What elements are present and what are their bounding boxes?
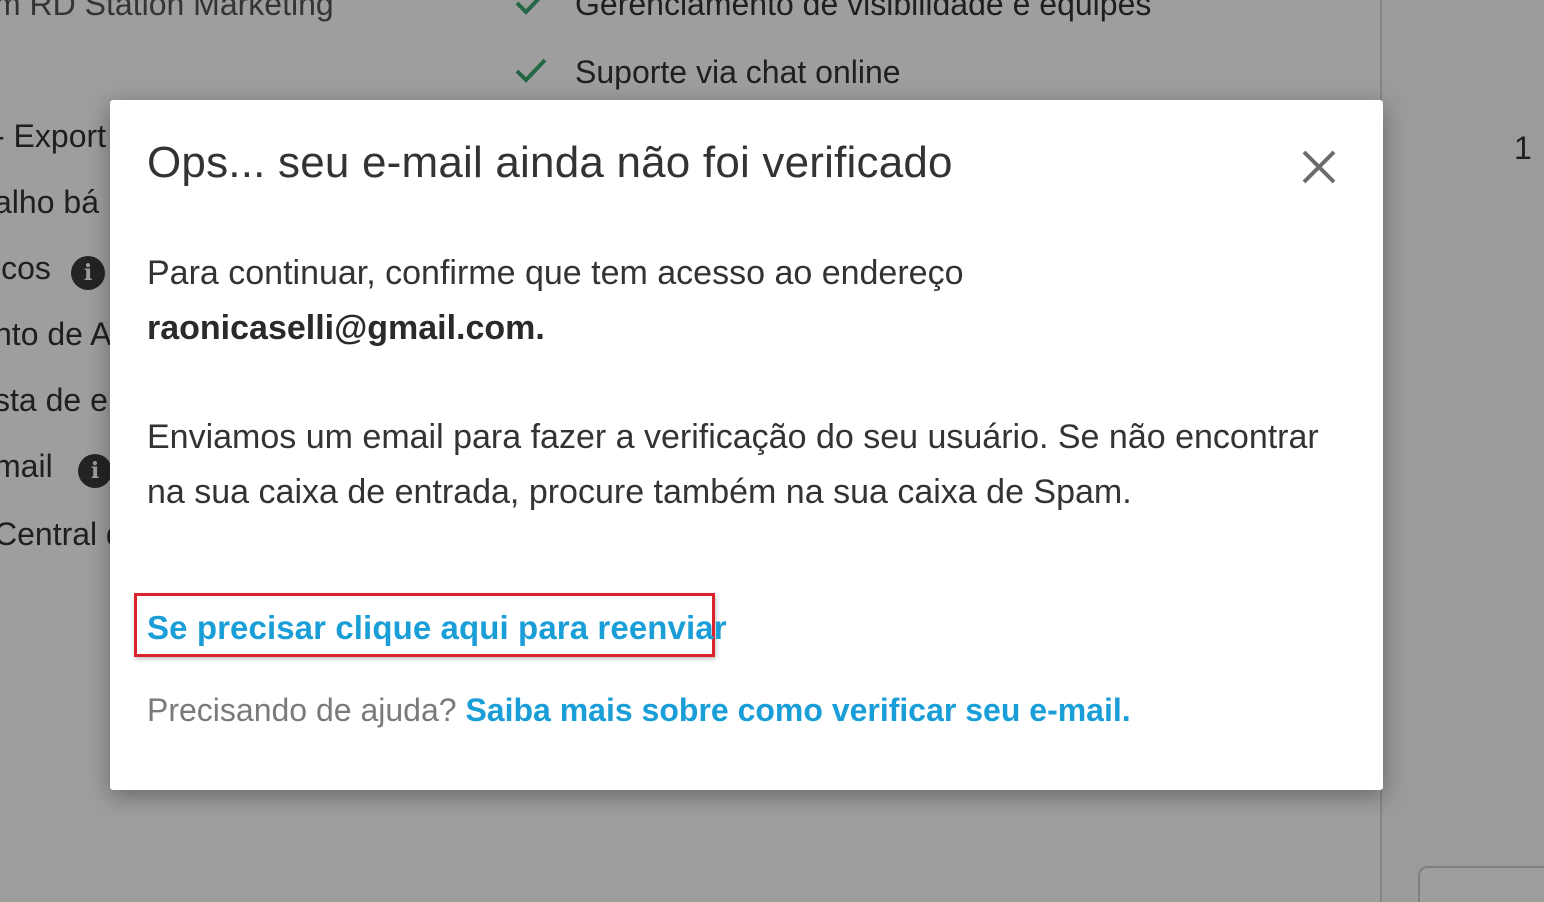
close-button[interactable] [1296, 144, 1342, 190]
help-line: Precisando de ajuda? Saiba mais sobre co… [147, 692, 1131, 729]
intro-text: Para continuar, confirme que tem acesso … [147, 254, 964, 292]
close-icon [1302, 150, 1336, 184]
intro-paragraph: Para continuar, confirme que tem acesso … [147, 246, 1327, 356]
info-paragraph: Enviamos um email para fazer a verificaç… [147, 418, 1319, 511]
page: m RD Station Marketing Gerenciamento de … [0, 0, 1544, 902]
modal-title: Ops... seu e-mail ainda não foi verifica… [147, 138, 953, 187]
email-verification-modal: Ops... seu e-mail ainda não foi verifica… [110, 100, 1383, 790]
help-prefix: Precisando de ajuda? [147, 692, 457, 728]
resend-email-link[interactable]: Se precisar clique aqui para reenviar [147, 609, 727, 647]
help-link[interactable]: Saiba mais sobre como verificar seu e-ma… [465, 692, 1130, 728]
email-address: raonicaselli@gmail.com. [147, 309, 545, 347]
